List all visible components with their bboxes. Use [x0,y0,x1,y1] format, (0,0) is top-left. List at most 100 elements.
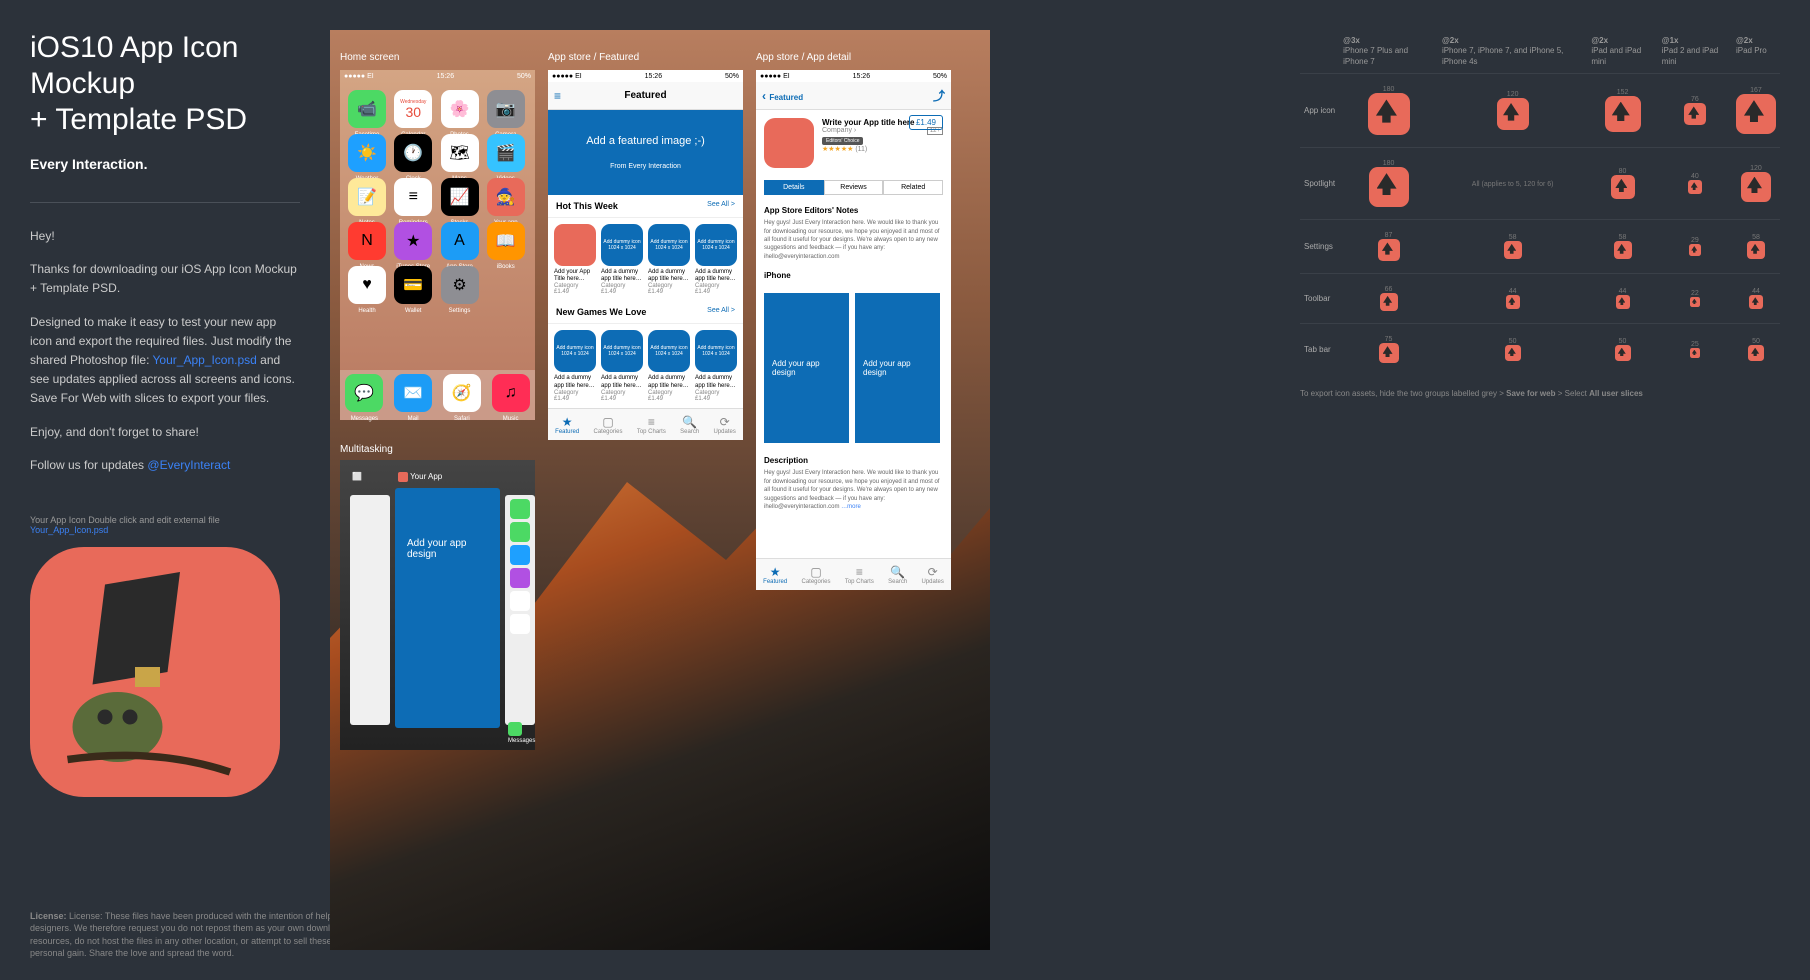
app-detail-icon [764,118,814,168]
icon-size-cell: 120 [1732,148,1780,220]
tab-categories[interactable]: ▢Categories [801,565,830,585]
navbar: ≡Featured [548,82,743,110]
app-icon-weather[interactable]: ☀️Weather [348,134,386,172]
tab-top charts[interactable]: ≡Top Charts [637,415,666,435]
multitask-card[interactable] [350,495,390,725]
export-hint: To export icon assets, hide the two grou… [1300,389,1780,398]
multitask-card-active[interactable]: Add your app design [395,488,500,728]
app-icon-camera[interactable]: 📷Camera [487,90,525,128]
icon-size-cell: 180 [1339,74,1438,148]
tab-featured[interactable]: ★Featured [555,415,579,435]
app-icon-settings[interactable]: ⚙Settings [441,266,479,304]
dock-icon-messages[interactable]: 💬Messages [345,374,383,412]
icon-size-cell: 66 [1339,274,1438,324]
icon-size-cell: 58 [1438,220,1587,274]
sidebar: iOS10 App Icon Mockup + Template PSD Eve… [30,30,300,797]
app-icon-preview[interactable] [30,547,280,797]
icon-size-cell: 167 [1732,74,1780,148]
tab-updates[interactable]: ⟳Updates [713,415,735,435]
app-icon-stocks[interactable]: 📈Stocks [441,178,479,216]
tab-search[interactable]: 🔍Search [888,565,907,585]
more-link[interactable]: …more [841,504,861,510]
back-button[interactable]: ‹ Featured [762,89,803,103]
tab-bar: ★Featured ▢Categories ≡Top Charts 🔍Search ⟳U… [548,408,743,440]
app-icon-ibooks[interactable]: 📖iBooks [487,222,525,260]
price-button[interactable]: £1.49 [909,115,943,130]
license-text: License: License: These files have been … [30,910,380,960]
app-icon-reminders[interactable]: ≡Reminders [394,178,432,216]
see-all-link[interactable]: See All > [707,201,735,211]
app-tile[interactable]: Add dummy icon1024 x 1024Add a dummy app… [695,330,737,401]
see-all-link[interactable]: See All > [707,307,735,317]
icon-size-cell: 22 [1658,274,1732,324]
app-tile[interactable]: Add your App Title here…Category£1.49 [554,224,596,295]
status-bar: ●●●●● EI 15:2650% [548,70,743,82]
multitask-mockup: Multitasking ⬜ Your App Add your app des… [340,460,535,750]
app-tile[interactable]: Add dummy icon1024 x 1024Add a dummy app… [648,330,690,401]
icon-size-cell: 50 [1732,324,1780,376]
app-tile[interactable]: Add dummy icon1024 x 1024Add a dummy app… [601,330,643,401]
app-icon-itunes-store[interactable]: ★iTunes Store [394,222,432,260]
icon-size-cell: 29 [1658,220,1732,274]
icon-size-cell: 120 [1438,74,1587,148]
psd-link[interactable]: Your_App_Icon.psd [153,353,257,367]
menu-icon[interactable]: ≡ [554,89,561,103]
dock: 💬Messages ✉️Mail 🧭Safari ♫Music [340,370,535,420]
tab-featured[interactable]: ★Featured [763,565,787,585]
tab-search[interactable]: 🔍Search [680,415,699,435]
icon-size-cell: 58 [1587,220,1657,274]
icon-size-cell: 44 [1732,274,1780,324]
app-icon-clock[interactable]: 🕐Clock [394,134,432,172]
tab-categories[interactable]: ▢Categories [593,415,622,435]
app-icon-app-store[interactable]: AApp Store [441,222,479,260]
icon-size-cell: 180 [1339,148,1438,220]
tab-top charts[interactable]: ≡Top Charts [845,565,874,585]
icon-size-cell: All (applies to 5, 120 for 6) [1438,148,1587,220]
dock-icon-safari[interactable]: 🧭Safari [443,374,481,412]
psd-link-2[interactable]: Your_App_Icon.psd [30,525,108,535]
app-tile[interactable]: Add dummy icon1024 x 1024Add a dummy app… [601,224,643,295]
icon-size-cell: 152 [1587,74,1657,148]
intro-text: Hey! Thanks for downloading our iOS App … [30,227,300,475]
icon-size-cell: 44 [1587,274,1657,324]
status-bar: ●●●●● EI 15:2650% [340,70,535,82]
app-tile[interactable]: Add dummy icon1024 x 1024Add a dummy app… [554,330,596,401]
tab-bar: ★Featured ▢Categories ≡Top Charts 🔍Search ⟳U… [756,558,951,590]
app-tile[interactable]: Add dummy icon1024 x 1024Add a dummy app… [695,224,737,295]
icon-size-cell: 80 [1587,148,1657,220]
app-icon-news[interactable]: NNews [348,222,386,260]
featured-mockup: App store / Featured ●●●●● EI 15:2650% ≡… [548,70,743,440]
screenshot: Add your app design [855,293,940,443]
icon-size-cell: 50 [1438,324,1587,376]
icon-size-cell: 50 [1587,324,1657,376]
app-icon-calendar[interactable]: Wednesday30Calendar [394,90,432,128]
segment-control[interactable]: Details Reviews Related [764,180,943,195]
dock-icon-music[interactable]: ♫Music [492,374,530,412]
app-icon-health[interactable]: ♥Health [348,266,386,304]
twitter-link[interactable]: @EveryInteract [147,458,230,472]
icon-size-cell: 25 [1658,324,1732,376]
share-icon[interactable]: ⤴ [933,87,945,104]
dock-icon-mail[interactable]: ✉️Mail [394,374,432,412]
icon-size-cell: 75 [1339,324,1438,376]
mockup-canvas: Home screen ●●●●● EI 15:2650% 📹FacetimeW… [330,30,990,950]
brand: Every Interaction. [30,156,300,172]
icon-size-cell: 58 [1732,220,1780,274]
app-icon-facetime[interactable]: 📹Facetime [348,90,386,128]
status-bar: ●●●●● EI 15:2650% [756,70,951,82]
icon-size-cell: 76 [1658,74,1732,148]
app-icon-wallet[interactable]: 💳Wallet [394,266,432,304]
app-icon-photos[interactable]: 🌸Photos [441,90,479,128]
multitask-card[interactable] [505,495,535,725]
app-icon-videos[interactable]: 🎬Videos [487,134,525,172]
app-icon-your-app[interactable]: 🧙Your app [487,178,525,216]
icon-size-cell: 87 [1339,220,1438,274]
app-icon-notes[interactable]: 📝Notes [348,178,386,216]
app-tile[interactable]: Add dummy icon1024 x 1024Add a dummy app… [648,224,690,295]
home-screen-mockup: Home screen ●●●●● EI 15:2650% 📹FacetimeW… [340,70,535,420]
page-title: iOS10 App Icon Mockup + Template PSD [30,30,300,138]
app-icon-maps[interactable]: 🗺Maps [441,134,479,172]
tab-updates[interactable]: ⟳Updates [921,565,943,585]
navbar: ‹ Featured ⤴ [756,82,951,110]
screenshot: Add your app design [764,293,849,443]
